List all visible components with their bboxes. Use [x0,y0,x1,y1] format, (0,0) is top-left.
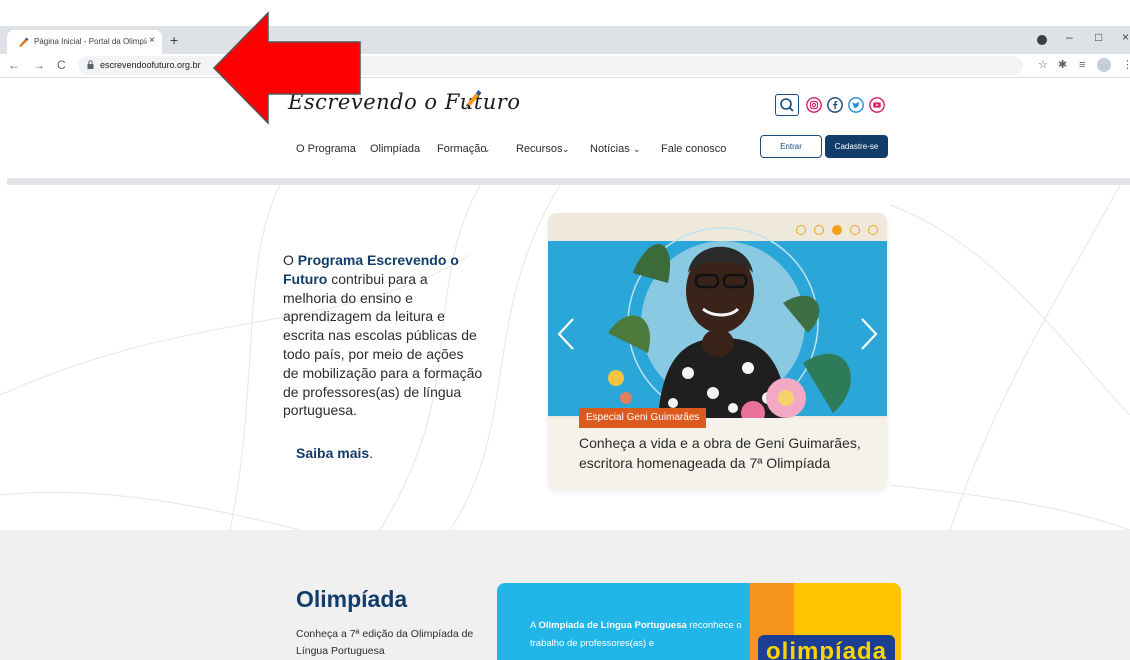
signup-button[interactable]: Cadastre-se [825,135,888,158]
saiba-mais: Saiba mais. [296,445,373,461]
header-divider [7,178,1130,185]
instagram-icon[interactable] [806,97,822,113]
tab-close-icon[interactable]: × [149,35,155,47]
nav-item-olimpiada[interactable]: Olimpíada [370,142,420,156]
card-text-bold: Olimpíada de Língua Portuguesa [538,620,687,631]
forward-button[interactable]: → [33,58,45,72]
category-badge[interactable]: Especial Geni Guimarães [579,408,707,428]
new-tab-button[interactable]: + [170,33,178,47]
carousel-dot-4[interactable] [850,225,860,235]
twitter-icon[interactable] [848,97,864,113]
nav-item-formacao[interactable]: Formação [437,142,487,156]
intro-text-after: contribui para a melhoria do ensino e ap… [283,270,483,419]
browser-profile-icon[interactable] [1037,35,1047,45]
recursos-chevron-down-icon[interactable]: ⌄ [562,142,570,156]
intro-text-before: O [283,252,298,268]
search-icon [780,98,794,112]
olimpiada-logo: olimpíada [758,635,895,660]
browser-tab[interactable]: Página Inicial - Portal da Olimpíada × [7,30,162,54]
back-button[interactable]: ← [8,58,20,72]
pencil-logo-icon [466,90,482,106]
carousel-dot-2[interactable] [814,225,824,235]
window-minimize-button[interactable]: – [1066,30,1073,44]
reading-list-icon[interactable]: ≡ [1079,58,1085,72]
search-button[interactable] [775,94,799,116]
site-header: Escrevendo o Futuro O Programa Olimpíada… [0,78,1130,178]
window-close-button[interactable]: × [1122,30,1129,44]
carousel-dot-3-active[interactable] [832,225,842,235]
youtube-icon[interactable] [869,97,885,113]
carousel-caption[interactable]: Conheça a vida e a obra de Geni Guimarãe… [579,433,879,473]
olimpiada-card-text: A Olimpíada de Língua Portuguesa reconhe… [530,617,745,653]
nav-item-recursos[interactable]: Recursos [516,142,562,156]
browser-toolbar: ← → C escrevendoofuturo.org.br ☆ ✱ ≡ ⋮ [0,54,1130,78]
noticias-chevron-down-icon[interactable]: ⌄ [633,142,641,156]
nav-item-noticias[interactable]: Notícias [590,142,630,156]
profile-avatar[interactable] [1097,58,1111,72]
browser-tab-strip: Página Inicial - Portal da Olimpíada × +… [0,26,1130,54]
facebook-icon[interactable] [827,97,843,113]
lock-icon [87,60,94,69]
formacao-chevron-down-icon[interactable]: ⌄ [483,142,491,156]
carousel-dot-1[interactable] [796,225,806,235]
window-maximize-button[interactable]: □ [1095,30,1102,44]
reload-button[interactable]: C [57,58,66,72]
saiba-mais-link[interactable]: Saiba mais [296,445,369,461]
url-text: escrevendoofuturo.org.br [100,60,201,70]
nav-item-programa[interactable]: O Programa [296,142,356,156]
featured-carousel: Especial Geni Guimarães Conheça a vida e… [548,213,887,490]
tab-title: Página Inicial - Portal da Olimpíada [34,37,147,46]
site-favicon-icon [19,37,29,47]
carousel-prev-icon[interactable] [556,317,576,351]
extensions-icon[interactable]: ✱ [1058,58,1067,72]
carousel-dot-5[interactable] [868,225,878,235]
olimpiada-logo-card[interactable]: olimpíada [750,583,901,660]
saiba-mais-suffix: . [369,445,374,461]
program-intro: O Programa Escrevendo o Futuro contribui… [283,251,483,420]
olimpiada-title: Olimpíada [296,586,408,612]
bookmark-star-icon[interactable]: ☆ [1038,58,1048,72]
olimpiada-subtitle: Conheça a 7ª edição da Olimpíada de Líng… [296,628,474,657]
nav-item-fale-conosco[interactable]: Fale conosco [661,142,726,156]
geni-guimaraes-portrait-image [548,213,887,418]
carousel-next-icon[interactable] [859,317,879,351]
login-button[interactable]: Entrar [760,135,822,158]
red-arrow-icon [212,11,361,125]
browser-menu-icon[interactable]: ⋮ [1122,58,1130,72]
